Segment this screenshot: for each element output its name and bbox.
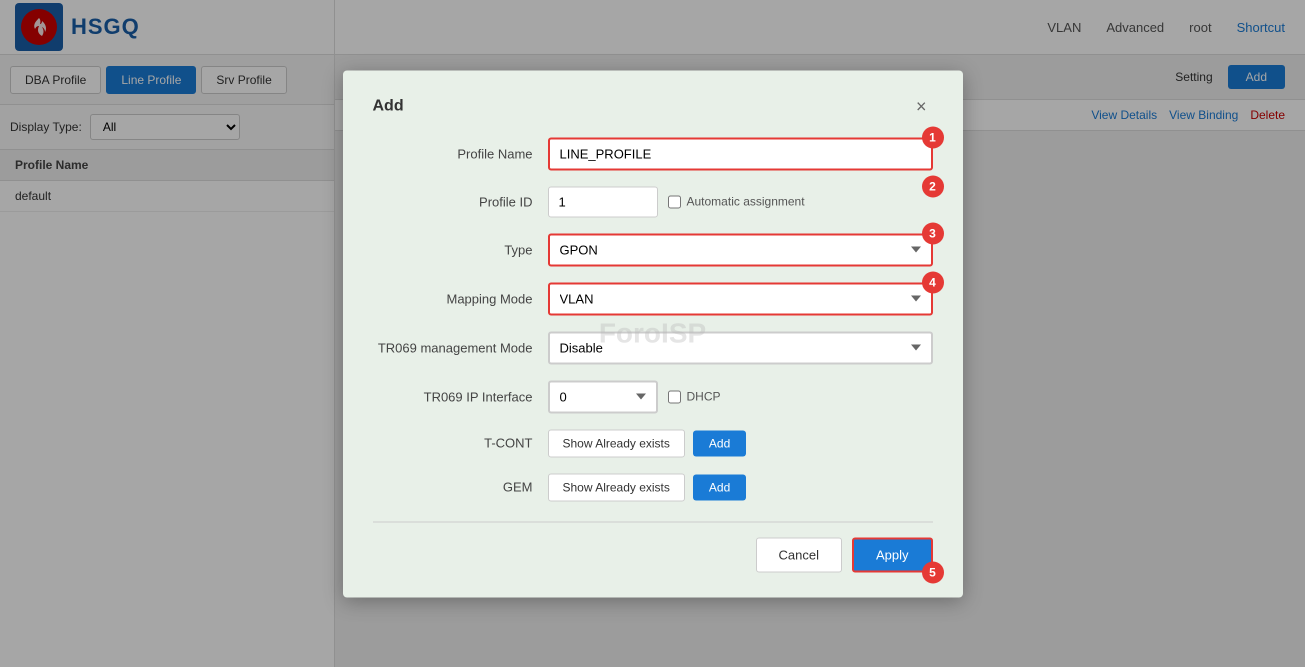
tcont-show-exists-button[interactable]: Show Already exists	[548, 429, 685, 457]
gem-show-exists-button[interactable]: Show Already exists	[548, 473, 685, 501]
profile-name-input[interactable]	[548, 137, 933, 170]
gem-controls: Show Already exists Add	[548, 473, 933, 501]
modal-title-bar: Add ×	[373, 95, 933, 117]
modal-close-button[interactable]: ×	[910, 95, 933, 117]
tr069-mode-row: TR069 management Mode Disable Enable	[373, 331, 933, 364]
tcont-add-button[interactable]: Add	[693, 430, 746, 456]
gem-row: GEM Show Already exists Add	[373, 473, 933, 501]
tr069-mode-label: TR069 management Mode	[373, 340, 548, 355]
badge-3: 3	[922, 222, 944, 244]
mapping-mode-select[interactable]: VLAN GEM Port TCI	[548, 282, 933, 315]
mapping-mode-row: Mapping Mode VLAN GEM Port TCI 4	[373, 282, 933, 315]
tr069-interface-label: TR069 IP Interface	[373, 389, 548, 404]
tr069-mode-select[interactable]: Disable Enable	[548, 331, 933, 364]
tr069-interface-select[interactable]: 0 1 2	[548, 380, 658, 413]
type-row: Type GPON EPON XGS-PON 3	[373, 233, 933, 266]
gem-label: GEM	[373, 480, 548, 495]
modal-title: Add	[373, 97, 404, 115]
gem-add-button[interactable]: Add	[693, 474, 746, 500]
tcont-label: T-CONT	[373, 436, 548, 451]
type-select[interactable]: GPON EPON XGS-PON	[548, 233, 933, 266]
badge-5: 5	[922, 561, 944, 583]
auto-assign-area: Automatic assignment	[668, 195, 805, 209]
modal-dialog: Add × ForoISP Profile Name 1 Profile ID …	[343, 70, 963, 597]
dhcp-label: DHCP	[687, 390, 721, 404]
badge-1: 1	[922, 126, 944, 148]
type-label: Type	[373, 242, 548, 257]
tr069-interface-area: 0 1 2 DHCP	[548, 380, 933, 413]
cancel-button[interactable]: Cancel	[756, 537, 842, 572]
tcont-controls: Show Already exists Add	[548, 429, 933, 457]
profile-id-label: Profile ID	[373, 194, 548, 209]
profile-id-area: Automatic assignment	[548, 186, 933, 217]
tcont-row: T-CONT Show Already exists Add	[373, 429, 933, 457]
dhcp-area: DHCP	[668, 390, 721, 404]
profile-id-row: Profile ID Automatic assignment 2	[373, 186, 933, 217]
apply-button[interactable]: Apply	[852, 537, 933, 572]
badge-2: 2	[922, 175, 944, 197]
dhcp-checkbox[interactable]	[668, 390, 681, 403]
tr069-interface-row: TR069 IP Interface 0 1 2 DHCP	[373, 380, 933, 413]
mapping-mode-label: Mapping Mode	[373, 291, 548, 306]
auto-assign-checkbox[interactable]	[668, 195, 681, 208]
badge-4: 4	[922, 271, 944, 293]
profile-id-input[interactable]	[548, 186, 658, 217]
profile-name-label: Profile Name	[373, 146, 548, 161]
modal-footer: Cancel Apply 5	[373, 521, 933, 572]
auto-assign-label: Automatic assignment	[687, 195, 805, 209]
profile-name-row: Profile Name 1	[373, 137, 933, 170]
